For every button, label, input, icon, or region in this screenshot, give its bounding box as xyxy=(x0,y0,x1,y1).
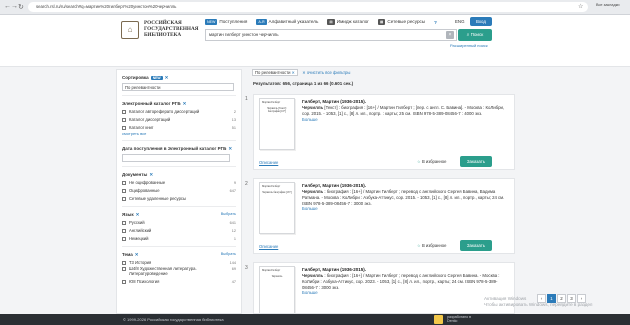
reload-icon[interactable]: ↻ xyxy=(18,3,24,11)
sort-heading: Сортировка NEW ✕ xyxy=(122,75,169,80)
browser-toolbar: ← → ↻ search.rsl.ru/ru/search#q=мартин%2… xyxy=(0,0,630,15)
pagination: ‹ 1 2 3 › xyxy=(537,294,586,303)
filter-checkbox[interactable]: Немецкий 1 xyxy=(122,235,236,242)
result-author[interactable]: Гилберт, Мартин (1936-2015). xyxy=(302,183,366,188)
close-icon[interactable]: ✕ xyxy=(136,212,140,217)
date-input[interactable] xyxy=(122,154,230,162)
language-switch[interactable]: ENG xyxy=(455,19,465,24)
result-number: 3 xyxy=(245,265,248,271)
filter-checkbox[interactable]: Каталог диссертаций 13 xyxy=(122,116,236,123)
add-to-favorites[interactable]: ☆ В избранное xyxy=(417,159,446,164)
copyright-text: © 1999-2026 Российская государственная б… xyxy=(123,317,224,322)
address-bar[interactable]: search.rsl.ru/ru/search#q=мартин%20гилбе… xyxy=(28,2,588,12)
catalog-heading: Электронный каталог РГБ ✕ xyxy=(122,101,187,106)
developer-logo-icon xyxy=(434,315,443,324)
filter-checkbox[interactable]: Т3 История 144 xyxy=(122,259,236,266)
page-1-button[interactable]: 1 xyxy=(547,294,556,303)
filter-checkbox[interactable]: Сетевые удаленные ресурсы xyxy=(122,195,236,202)
date-heading: Дата поступления в Электронный каталог Р… xyxy=(122,146,233,151)
result-description: Черчилль [Текст] : биография : [16+] / М… xyxy=(302,105,505,122)
nav-image-catalog[interactable]: ▤ Имидж каталог xyxy=(327,19,369,25)
all-bookmarks-link[interactable]: Все закладки xyxy=(596,3,619,7)
next-page-button[interactable]: › xyxy=(577,294,586,303)
close-icon[interactable]: ✕ xyxy=(228,146,232,151)
forward-icon[interactable]: → xyxy=(11,3,18,10)
result-number: 2 xyxy=(245,181,248,187)
network-icon: ▦ xyxy=(378,19,386,25)
more-link[interactable]: Больше xyxy=(302,117,318,122)
filter-checkbox[interactable]: Оцифрованные 647 xyxy=(122,187,236,194)
clear-search-icon[interactable]: × xyxy=(446,31,454,39)
add-to-favorites[interactable]: ☆ В избранное xyxy=(417,243,446,248)
result-author[interactable]: Гилберт, Мартин (1936-2015). xyxy=(302,267,366,272)
help-icon[interactable]: ? xyxy=(434,20,437,25)
filter-checkbox[interactable]: Русский 641 xyxy=(122,219,236,226)
site-footer: © 1999-2026 Российская государственная б… xyxy=(0,314,630,325)
login-button[interactable]: Вход xyxy=(470,17,492,26)
star-icon: ☆ xyxy=(417,243,421,248)
top-navigation: NEW Поступления A-Я Алфавитный указатель ▤… xyxy=(205,17,437,27)
description-link[interactable]: Описание xyxy=(259,244,278,249)
select-languages-link[interactable]: Выбрать xyxy=(221,212,236,216)
clear-filters-link[interactable]: ✕ очистить все фильтры xyxy=(302,70,350,75)
filter-checkbox[interactable]: Каталог автореферато диссертаций 2 xyxy=(122,108,236,115)
result-author[interactable]: Гилберт, Мартин (1936-2015). xyxy=(302,99,366,104)
order-button[interactable]: Заказать xyxy=(460,240,492,251)
result-card: Мартин Гилберт Черчилль [Текст]: биографи… xyxy=(253,94,515,170)
close-icon[interactable]: ✕ xyxy=(165,75,169,80)
filter-chip[interactable]: По релевантности✕ xyxy=(252,69,299,76)
nav-network-resources[interactable]: ▦ Сетевые ресурсы xyxy=(378,19,425,25)
close-icon[interactable]: ✕ xyxy=(292,70,296,75)
nav-new-arrivals[interactable]: NEW Поступления xyxy=(205,19,247,25)
topic-heading: Тема ✕ Выбрать xyxy=(122,252,236,257)
back-icon[interactable]: ← xyxy=(4,3,11,10)
site-logo-text[interactable]: Российская государственная библиотека xyxy=(144,20,214,38)
result-card: Мартин Гилберт Черчилль Гилберт, Мартин (… xyxy=(253,262,515,314)
filter-checkbox[interactable]: Английский 12 xyxy=(122,227,236,234)
rsl-logo-icon[interactable]: ⌂ xyxy=(121,21,139,39)
filter-checkbox[interactable]: Ш4/8 Художественная литература. Литерату… xyxy=(122,266,236,277)
book-cover-thumbnail[interactable]: Мартин Гилберт Черчилль xyxy=(259,266,295,313)
documents-heading: Документы ✕ xyxy=(122,172,154,177)
result-description: Черчилль : биография : [16+] / Мартин Ги… xyxy=(302,273,500,296)
page-2-button[interactable]: 2 xyxy=(557,294,566,303)
show-all-link[interactable]: смотреть все xyxy=(122,131,236,136)
close-icon[interactable]: ✕ xyxy=(149,172,153,177)
result-card: Мартин Гилберт Черчилль биография [16+] Г… xyxy=(253,178,515,254)
active-filters: По релевантности✕ ✕ очистить все фильтры xyxy=(252,69,514,76)
order-button[interactable]: Заказать xyxy=(460,156,492,167)
book-cover-thumbnail[interactable]: Мартин Гилберт Черчилль биография [16+] xyxy=(259,182,295,234)
advanced-search-link[interactable]: Расширенный поиск xyxy=(450,43,488,48)
language-heading: Язык ✕ Выбрать xyxy=(122,212,236,217)
book-cover-thumbnail[interactable]: Мартин Гилберт Черчилль [Текст]: биографи… xyxy=(259,98,295,150)
close-icon[interactable]: ✕ xyxy=(183,101,187,106)
description-link[interactable]: Описание xyxy=(259,160,278,165)
filter-checkbox[interactable]: Ю8 Психология 47 xyxy=(122,278,236,285)
filters-sidebar: Сортировка NEW ✕ По релевантности Электрон… xyxy=(116,69,242,314)
select-topics-link[interactable]: Выбрать xyxy=(221,252,236,256)
filter-checkbox[interactable]: Не оцифрованные 9 xyxy=(122,179,236,186)
search-button[interactable]: ⌕ Поиск xyxy=(458,29,492,41)
result-number: 1 xyxy=(245,96,248,102)
prev-page-button[interactable]: ‹ xyxy=(537,294,546,303)
more-link[interactable]: Больше xyxy=(302,290,318,295)
bookmark-star-icon[interactable]: ☆ xyxy=(578,3,583,10)
filter-checkbox[interactable]: Каталог книг 51 xyxy=(122,124,236,131)
close-icon[interactable]: ✕ xyxy=(135,252,139,257)
sort-select[interactable]: По релевантности xyxy=(122,83,234,91)
catalog-icon: ▤ xyxy=(327,19,335,25)
nav-alphabetical-index[interactable]: A-Я Алфавитный указатель xyxy=(256,19,318,25)
search-input[interactable]: мартин гилберт уинстон черчилль xyxy=(205,29,457,41)
result-description: Черчилль : биография : [16+] / Мартин Ги… xyxy=(302,189,505,212)
page-3-button[interactable]: 3 xyxy=(567,294,576,303)
results-count: Результатов: 656, страница 1 из 66 (0.60… xyxy=(253,81,354,86)
developer-credit[interactable]: разработано в Dentio xyxy=(447,315,471,323)
star-icon: ☆ xyxy=(417,159,421,164)
more-link[interactable]: Больше xyxy=(302,206,318,211)
